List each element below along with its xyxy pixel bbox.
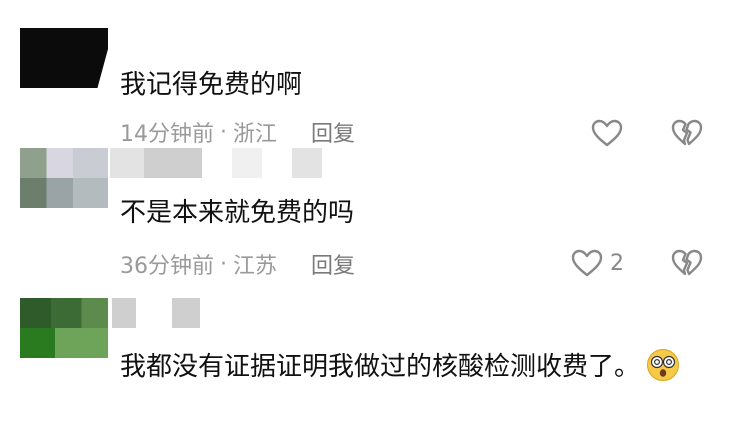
reply-button[interactable]: 回复 (311, 118, 355, 146)
comment-text: 不是本来就免费的吗 (120, 198, 355, 228)
comment-text: 我记得免费的啊 (120, 70, 303, 100)
avatar[interactable] (20, 28, 108, 88)
heart-outline-icon (571, 249, 603, 277)
comment-text: 我都没有证据证明我做过的核酸检测收费了。 (120, 348, 700, 386)
separator-dot: · (220, 119, 227, 145)
username-blurred (144, 148, 202, 178)
broken-heart-icon (671, 249, 703, 276)
dizzy-face-emoji-icon (647, 349, 680, 381)
username-blurred (110, 148, 144, 178)
dislike-button[interactable] (670, 118, 704, 152)
reply-button[interactable]: 回复 (311, 248, 355, 280)
like-count: 2 (610, 250, 624, 276)
username-blurred (172, 298, 200, 328)
avatar[interactable] (20, 298, 108, 358)
comment-meta: 14分钟前 · 浙江 回复 (120, 118, 355, 147)
username-blurred (232, 148, 262, 178)
comment-meta: 36分钟前 · 江苏 回复 (120, 248, 355, 280)
separator-dot: · (220, 251, 227, 277)
comment-time: 14分钟前 (120, 122, 214, 146)
broken-heart-icon (671, 119, 703, 146)
like-button[interactable]: 2 (570, 248, 624, 278)
comment-time: 36分钟前 (120, 254, 214, 279)
avatar[interactable] (20, 148, 108, 208)
username-blurred (112, 298, 136, 328)
dislike-button[interactable] (670, 248, 704, 282)
like-button[interactable] (590, 118, 630, 148)
comment-text-body: 我都没有证据证明我做过的核酸检测收费了。 (120, 352, 641, 382)
comment-location: 浙江 (233, 122, 278, 146)
heart-outline-icon (591, 119, 623, 147)
comment-location: 江苏 (233, 254, 278, 279)
username-blurred (292, 148, 322, 178)
